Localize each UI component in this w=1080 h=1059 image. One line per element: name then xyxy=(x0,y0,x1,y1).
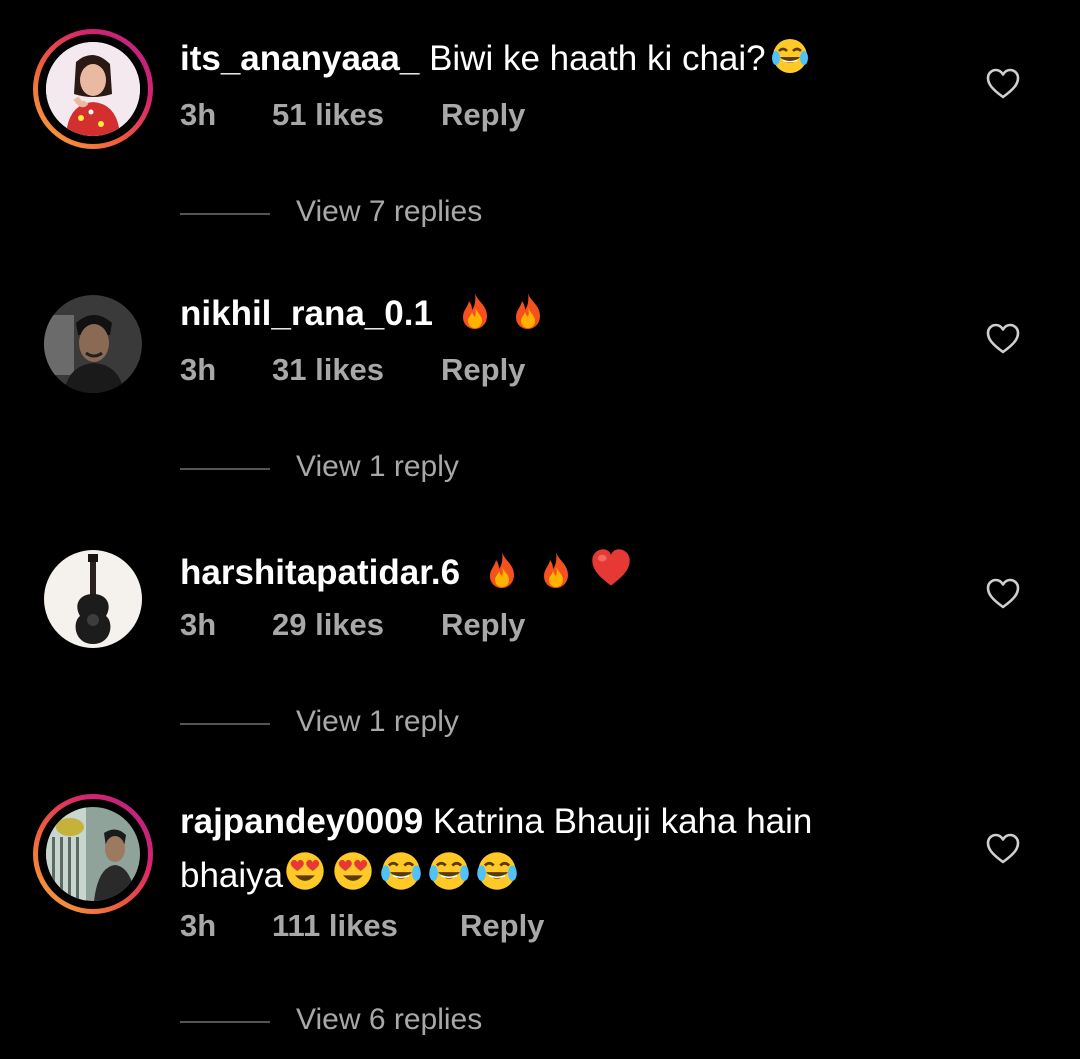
comment-likes[interactable]: 51 likes xyxy=(272,97,384,133)
avatar-story-ring[interactable] xyxy=(33,29,153,149)
replies-divider xyxy=(180,1021,270,1023)
comment-text: nikhil_rana_0.1 xyxy=(180,291,548,335)
view-replies-label[interactable]: View 7 replies xyxy=(296,195,482,229)
comment-likes[interactable]: 29 likes xyxy=(272,607,384,643)
comment-username[interactable]: nikhil_rana_0.1 xyxy=(180,294,433,333)
like-heart-icon[interactable] xyxy=(986,578,1020,610)
replies-divider xyxy=(180,213,270,215)
view-replies-label[interactable]: View 6 replies xyxy=(296,1003,482,1037)
comment-username[interactable]: rajpandey0009 xyxy=(180,802,423,841)
comment-text-line2: bhaiya xyxy=(180,849,519,897)
comment-time: 3h xyxy=(180,607,217,642)
comment-time: 3h xyxy=(180,352,217,387)
reply-button[interactable]: Reply xyxy=(441,607,525,643)
comment-likes[interactable]: 111 likes xyxy=(272,908,398,944)
avatar[interactable] xyxy=(46,807,140,901)
avatar-frame[interactable] xyxy=(33,539,153,659)
view-replies-label[interactable]: View 1 reply xyxy=(296,705,459,739)
avatar-story-ring[interactable] xyxy=(33,794,153,914)
comment-body: Katrina Bhauji kaha hain xyxy=(432,802,813,841)
fire-emoji-icon xyxy=(508,291,548,331)
like-heart-icon[interactable] xyxy=(986,68,1020,100)
like-heart-icon[interactable] xyxy=(986,323,1020,355)
like-heart-icon[interactable] xyxy=(986,833,1020,865)
avatar[interactable] xyxy=(46,42,140,136)
avatar[interactable] xyxy=(44,295,142,393)
view-replies-label[interactable]: View 1 reply xyxy=(296,450,459,484)
comment-time: 3h xyxy=(180,908,217,943)
comment-text: rajpandey0009 Katrina Bhauji kaha hain xyxy=(180,801,812,843)
comment-time: 3h xyxy=(180,97,217,132)
red-heart-emoji-icon xyxy=(589,546,633,590)
comment-username[interactable]: its_ananyaaa_ xyxy=(180,39,419,78)
fire-emoji-icon xyxy=(455,291,495,331)
comment-text: its_ananyaaa_ Biwi ke haath ki chai? xyxy=(180,36,810,80)
comment-body-continued: bhaiya xyxy=(180,856,284,895)
joy-emoji-icon xyxy=(770,36,810,76)
replies-divider xyxy=(180,723,270,725)
joy-emoji-icon xyxy=(379,849,423,893)
fire-emoji-icon xyxy=(536,550,576,590)
avatar-frame[interactable] xyxy=(33,284,153,404)
comment-likes[interactable]: 31 likes xyxy=(272,352,384,388)
fire-emoji-icon xyxy=(482,550,522,590)
joy-emoji-icon xyxy=(475,849,519,893)
heart-eyes-emoji-icon xyxy=(331,849,375,893)
reply-button[interactable]: Reply xyxy=(441,352,525,388)
comment-body: Biwi ke haath ki chai? xyxy=(429,39,766,78)
replies-divider xyxy=(180,468,270,470)
comment-username[interactable]: harshitapatidar.6 xyxy=(180,553,460,592)
heart-eyes-emoji-icon xyxy=(283,849,327,893)
reply-button[interactable]: Reply xyxy=(460,908,544,944)
avatar[interactable] xyxy=(44,550,142,648)
joy-emoji-icon xyxy=(427,849,471,893)
comment-text: harshitapatidar.6 xyxy=(180,546,633,594)
reply-button[interactable]: Reply xyxy=(441,97,525,133)
